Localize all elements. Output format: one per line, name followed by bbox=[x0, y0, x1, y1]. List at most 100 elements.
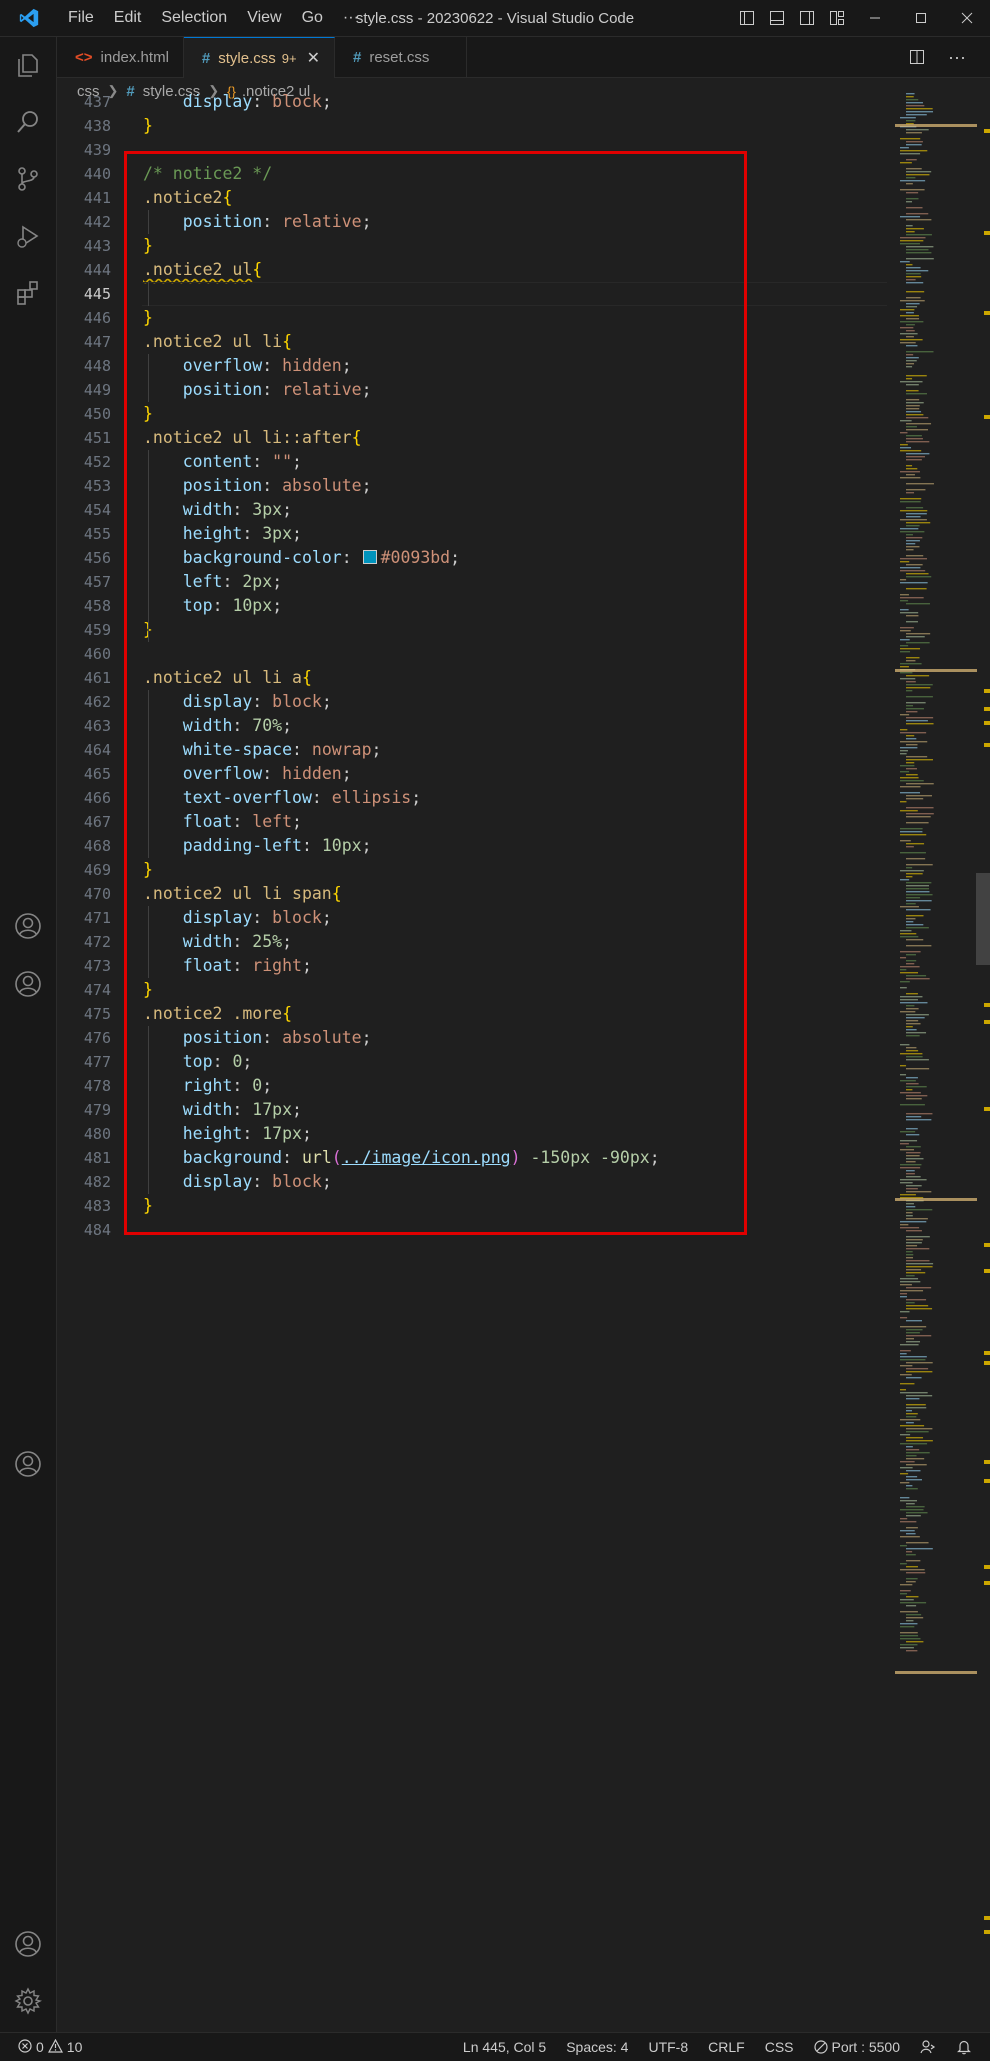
tab-style-css[interactable]: # style.css 9+ ✕ bbox=[183, 37, 335, 78]
menu-go[interactable]: Go bbox=[292, 0, 333, 36]
tab-index-html[interactable]: <> index.html bbox=[57, 37, 184, 77]
minimap-line bbox=[900, 714, 910, 716]
feedback-icon[interactable] bbox=[910, 2039, 946, 2055]
line-number: 483 bbox=[83, 1197, 111, 1215]
cursor-position[interactable]: Ln 445, Col 5 bbox=[453, 2039, 556, 2055]
minimap-line bbox=[906, 1362, 933, 1364]
minimap-line bbox=[906, 1068, 930, 1070]
split-editor-icon[interactable] bbox=[902, 37, 932, 77]
code-line[interactable]: 438} bbox=[57, 114, 887, 138]
code-line[interactable]: 437 display: block; bbox=[57, 93, 887, 114]
scrollbar-warning-marker bbox=[984, 1020, 990, 1024]
activity-bar bbox=[0, 37, 57, 2032]
customize-layout-icon[interactable] bbox=[822, 0, 852, 36]
account-icon[interactable] bbox=[0, 1436, 56, 1492]
minimap-line bbox=[906, 1302, 915, 1304]
minimap-line bbox=[906, 120, 916, 122]
menu-more[interactable]: ··· bbox=[333, 0, 369, 36]
minimap-line bbox=[906, 1230, 922, 1232]
minimap-line bbox=[906, 1470, 921, 1472]
accounts-icon[interactable] bbox=[0, 1916, 56, 1972]
close-window-icon[interactable] bbox=[944, 0, 990, 36]
minimap-line bbox=[906, 492, 915, 494]
minimap-line bbox=[906, 1188, 918, 1190]
minimap-line bbox=[906, 843, 925, 845]
minimap-line bbox=[906, 438, 923, 440]
minimap-line bbox=[906, 1551, 913, 1553]
problems-indicator[interactable]: 0 10 bbox=[0, 2038, 82, 2056]
minimap-line bbox=[900, 510, 928, 512]
minimap-line bbox=[900, 333, 918, 335]
account-icon[interactable] bbox=[0, 956, 56, 1012]
menu-selection[interactable]: Selection bbox=[151, 0, 237, 36]
minimap-line bbox=[900, 1482, 910, 1484]
title-bar: File Edit Selection View Go ··· style.cs… bbox=[0, 0, 990, 37]
minimap-line bbox=[900, 1530, 915, 1532]
search-icon[interactable] bbox=[0, 94, 56, 150]
minimap-line bbox=[906, 108, 933, 110]
minimap-line bbox=[900, 645, 909, 647]
source-control-icon[interactable] bbox=[0, 151, 56, 207]
minimap-line bbox=[906, 468, 918, 470]
minimap-line bbox=[900, 1011, 916, 1013]
minimap-line bbox=[906, 903, 916, 905]
minimap-line bbox=[906, 267, 921, 269]
minimap-line bbox=[906, 1098, 922, 1100]
minimap-line bbox=[906, 1245, 918, 1247]
line-number: 477 bbox=[83, 1053, 111, 1071]
indentation[interactable]: Spaces: 4 bbox=[556, 2039, 638, 2055]
minimap-line bbox=[900, 432, 908, 434]
minimap-line bbox=[906, 378, 913, 380]
minimap[interactable] bbox=[887, 93, 990, 2032]
toggle-primary-sidebar-icon[interactable] bbox=[732, 0, 762, 36]
html-file-icon: <> bbox=[75, 48, 93, 66]
tab-label: reset.css bbox=[369, 48, 430, 66]
minimap-line bbox=[906, 1260, 930, 1262]
minimap-marker bbox=[895, 124, 977, 127]
extensions-icon[interactable] bbox=[0, 265, 56, 321]
minimap-line bbox=[906, 915, 924, 917]
explorer-icon[interactable] bbox=[0, 37, 56, 93]
toggle-panel-icon[interactable] bbox=[762, 0, 792, 36]
minimize-icon[interactable] bbox=[852, 0, 898, 36]
minimap-line bbox=[900, 801, 907, 803]
notifications-bell-icon[interactable] bbox=[946, 2039, 982, 2055]
minimap-line bbox=[906, 228, 924, 230]
minimap-line bbox=[906, 363, 915, 365]
minimap-line bbox=[906, 945, 932, 947]
minimap-line bbox=[900, 1590, 911, 1592]
minimap-line bbox=[906, 132, 922, 134]
minimap-line bbox=[906, 1566, 918, 1568]
account-icon[interactable] bbox=[0, 898, 56, 954]
minimap-line bbox=[906, 1089, 913, 1091]
language-mode[interactable]: CSS bbox=[755, 2039, 804, 2055]
minimap-line bbox=[906, 1464, 927, 1466]
minimap-line bbox=[900, 1500, 917, 1502]
minimap-line bbox=[906, 873, 923, 875]
toggle-secondary-sidebar-icon[interactable] bbox=[792, 0, 822, 36]
menu-edit[interactable]: Edit bbox=[104, 0, 152, 36]
minimap-line bbox=[900, 327, 914, 329]
minimap-line bbox=[906, 246, 934, 248]
minimap-line bbox=[906, 1113, 933, 1115]
minimap-line bbox=[900, 771, 910, 773]
minimap-line bbox=[900, 1626, 915, 1628]
end-of-line[interactable]: CRLF bbox=[698, 2039, 755, 2055]
settings-gear-icon[interactable] bbox=[0, 1973, 56, 2029]
minimap-line bbox=[900, 1518, 908, 1520]
live-server-port[interactable]: Port : 5500 bbox=[804, 2039, 911, 2055]
minimap-line bbox=[900, 1131, 916, 1133]
maximize-icon[interactable] bbox=[898, 0, 944, 36]
menu-file[interactable]: File bbox=[58, 0, 104, 36]
tab-reset-css[interactable]: # reset.css bbox=[335, 37, 467, 77]
menu-view[interactable]: View bbox=[237, 0, 291, 36]
run-debug-icon[interactable] bbox=[0, 208, 56, 264]
encoding[interactable]: UTF-8 bbox=[638, 2039, 698, 2055]
minimap-line bbox=[900, 957, 907, 959]
more-actions-icon[interactable]: ··· bbox=[942, 37, 972, 77]
minimap-line bbox=[906, 435, 922, 437]
code-editor[interactable]: 437 display: block; 438} 439 440/* notice2 … bbox=[57, 93, 887, 2032]
close-tab-icon[interactable]: ✕ bbox=[307, 48, 320, 68]
minimap-line bbox=[900, 981, 910, 983]
vscode-logo-icon bbox=[0, 0, 58, 36]
